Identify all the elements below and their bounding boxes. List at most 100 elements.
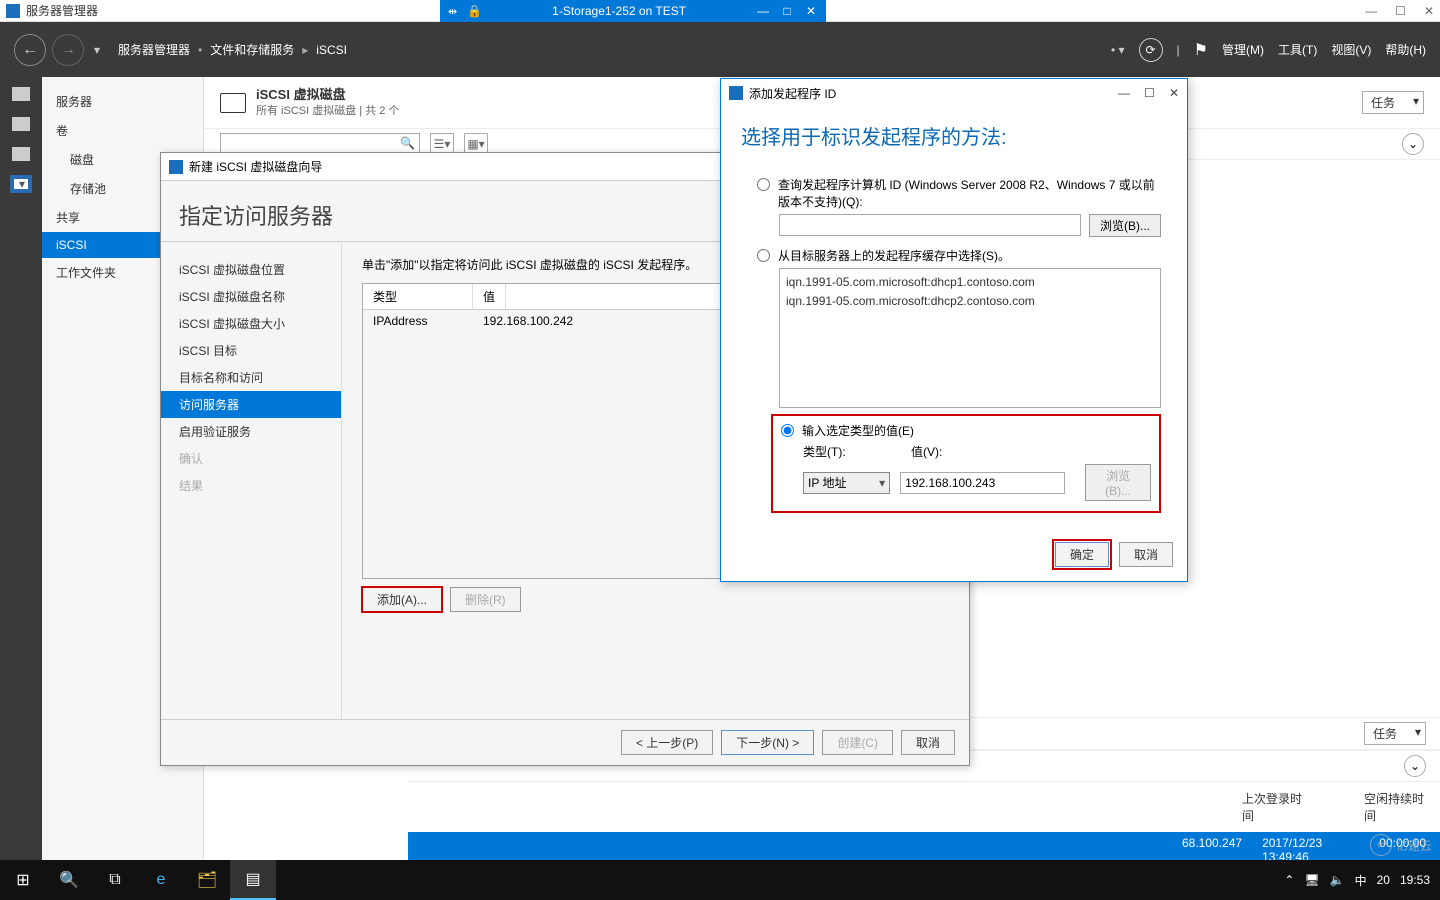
wiz-step-result: 结果: [161, 472, 341, 499]
explorer-icon[interactable]: 🗂: [184, 860, 230, 900]
wizard-nav: iSCSI 虚拟磁盘位置 iSCSI 虚拟磁盘名称 iSCSI 虚拟磁盘大小 i…: [161, 242, 341, 719]
col-value[interactable]: 值: [473, 284, 506, 309]
initiator-dialog: 添加发起程序 ID — ☐ ✕ 选择用于标识发起程序的方法: 查询发起程序计算机…: [720, 78, 1188, 582]
max-icon[interactable]: ☐: [1395, 4, 1406, 18]
wizard-title: 新建 iSCSI 虚拟磁盘向导: [189, 158, 322, 175]
highlighted-option: 输入选定类型的值(E) 类型(T): 值(V): IP 地址 浏览(B)...: [771, 414, 1161, 513]
vm-min-icon[interactable]: —: [756, 4, 770, 18]
next-button[interactable]: 下一步(N) >: [721, 730, 814, 755]
type-select[interactable]: IP 地址: [803, 472, 890, 494]
left-rail: [0, 77, 42, 860]
create-button: 创建(C): [822, 730, 893, 755]
dlg-close-icon[interactable]: ✕: [1169, 86, 1179, 100]
initiator-icon: [729, 86, 743, 100]
value-input[interactable]: [900, 472, 1065, 494]
tray-ime[interactable]: 中: [1355, 872, 1367, 889]
expand-icon[interactable]: ⌄: [1402, 133, 1424, 155]
sidebar-item-volumes[interactable]: 卷: [42, 116, 203, 145]
rail-local-icon[interactable]: [12, 117, 30, 131]
rail-all-icon[interactable]: [12, 147, 30, 161]
taskview-icon[interactable]: ⧉: [92, 860, 138, 900]
cancel-button[interactable]: 取消: [901, 730, 955, 755]
start-button[interactable]: ⊞: [0, 860, 46, 900]
dlg-min-icon[interactable]: —: [1118, 86, 1130, 100]
cell-value: 192.168.100.242: [473, 310, 583, 332]
list-item[interactable]: iqn.1991-05.com.microsoft:dhcp1.contoso.…: [786, 273, 1154, 292]
close-icon[interactable]: ✕: [1424, 4, 1434, 18]
min-icon[interactable]: —: [1365, 4, 1377, 18]
col-type[interactable]: 类型: [363, 284, 473, 309]
crumb-1[interactable]: 服务器管理器: [118, 41, 190, 58]
lock-icon: 🔒: [467, 4, 482, 18]
dropdown-icon[interactable]: ▾: [94, 43, 100, 57]
watermark-text: 亿速云: [1396, 837, 1432, 854]
list-item[interactable]: iqn.1991-05.com.microsoft:dhcp2.contoso.…: [786, 292, 1154, 311]
notifications-flag-icon[interactable]: ⚑: [1194, 40, 1208, 60]
ie-icon[interactable]: e: [138, 860, 184, 900]
wiz-step-target[interactable]: iSCSI 目标: [161, 337, 341, 364]
cancel-button-2[interactable]: 取消: [1119, 542, 1173, 567]
taskbar: ⊞ 🔍 ⧉ e 🗂 ▤ ⌃ 🖥 🔈 中 20 19:53: [0, 860, 1440, 900]
session-row[interactable]: 68.100.247 2017/12/23 13:49:46 00:00:00: [408, 832, 1440, 860]
content-subtitle: 所有 iSCSI 虚拟磁盘 | 共 2 个: [256, 104, 399, 118]
prev-button[interactable]: < 上一步(P): [621, 730, 713, 755]
vm-restore-icon[interactable]: □: [780, 4, 794, 18]
opt-query-label: 查询发起程序计算机 ID (Windows Server 2008 R2、Win…: [778, 176, 1161, 210]
session-date: 2017/12/23 13:49:46: [1262, 836, 1359, 860]
toolbar: ← → ▾ 服务器管理器• 文件和存储服务▸ iSCSI • ▾ ⟳ | ⚑ 管…: [0, 22, 1440, 77]
ok-button[interactable]: 确定: [1055, 542, 1109, 567]
wiz-step-targetname[interactable]: 目标名称和访问: [161, 364, 341, 391]
dlg-max-icon[interactable]: ☐: [1144, 86, 1155, 100]
tray-up-icon[interactable]: ⌃: [1284, 873, 1294, 887]
add-button[interactable]: 添加(A)...: [362, 587, 442, 612]
crumb-2[interactable]: 文件和存储服务: [210, 41, 294, 58]
sidebar-item-servers[interactable]: 服务器: [42, 87, 203, 116]
wiz-step-size[interactable]: iSCSI 虚拟磁盘大小: [161, 310, 341, 337]
opt-enter-label: 输入选定类型的值(E): [802, 422, 1151, 439]
menu-tools[interactable]: 工具(T): [1278, 41, 1317, 58]
opt-enter-radio[interactable]: [781, 424, 794, 437]
watermark: ∞ 亿速云: [1370, 834, 1432, 856]
folder-icon: [220, 93, 246, 113]
crumb-3[interactable]: iSCSI: [316, 43, 347, 57]
wiz-step-access[interactable]: 访问服务器: [161, 391, 341, 418]
menu-view[interactable]: 视图(V): [1331, 41, 1371, 58]
browse-button-2: 浏览(B)...: [1085, 464, 1151, 501]
refresh-icon[interactable]: ⟳: [1139, 38, 1163, 62]
session-ip: 68.100.247: [1182, 836, 1242, 860]
vm-connection-bar: ⇹ 🔒 1-Storage1-252 on TEST — □ ✕: [440, 0, 826, 22]
value-label: 值(V):: [911, 443, 942, 460]
tray-volume-icon[interactable]: 🔈: [1330, 873, 1345, 887]
opt-cache-radio[interactable]: [757, 249, 770, 262]
wiz-step-name[interactable]: iSCSI 虚拟磁盘名称: [161, 283, 341, 310]
tray-display-icon[interactable]: 🖥: [1304, 873, 1319, 887]
query-input[interactable]: [779, 214, 1081, 236]
tasks-dropdown-2[interactable]: 任务: [1364, 722, 1426, 745]
menu-manage[interactable]: 管理(M): [1222, 41, 1264, 58]
tray-time[interactable]: 19:53: [1400, 873, 1430, 887]
forward-button: →: [52, 34, 84, 66]
browse-button-1[interactable]: 浏览(B)...: [1089, 214, 1161, 237]
menu-help[interactable]: 帮助(H): [1385, 41, 1426, 58]
initiator-title: 添加发起程序 ID: [749, 85, 836, 102]
wiz-step-auth[interactable]: 启用验证服务: [161, 418, 341, 445]
rail-dashboard-icon[interactable]: [12, 87, 30, 101]
expand-icon-2[interactable]: ⌄: [1404, 755, 1426, 777]
servermanager-icon[interactable]: ▤: [230, 860, 276, 900]
vm-close-icon[interactable]: ✕: [804, 4, 818, 18]
rail-storage-icon[interactable]: [12, 177, 30, 191]
col-last-login: 上次登录时间: [1242, 790, 1304, 824]
opt-query-radio[interactable]: [757, 178, 770, 191]
tasks-dropdown[interactable]: 任务: [1362, 91, 1424, 114]
search-icon[interactable]: 🔍: [46, 860, 92, 900]
tray-num: 20: [1377, 873, 1390, 887]
back-button[interactable]: ←: [14, 34, 46, 66]
wiz-step-location[interactable]: iSCSI 虚拟磁盘位置: [161, 256, 341, 283]
wizard-icon: [169, 160, 183, 174]
cache-listbox[interactable]: iqn.1991-05.com.microsoft:dhcp1.contoso.…: [779, 268, 1161, 408]
history-dropdown-icon[interactable]: • ▾: [1111, 43, 1125, 57]
remove-button: 删除(R): [450, 587, 521, 612]
opt-cache-label: 从目标服务器上的发起程序缓存中选择(S)。: [778, 247, 1161, 264]
pin-icon[interactable]: ⇹: [448, 5, 457, 18]
type-label: 类型(T):: [803, 443, 901, 460]
